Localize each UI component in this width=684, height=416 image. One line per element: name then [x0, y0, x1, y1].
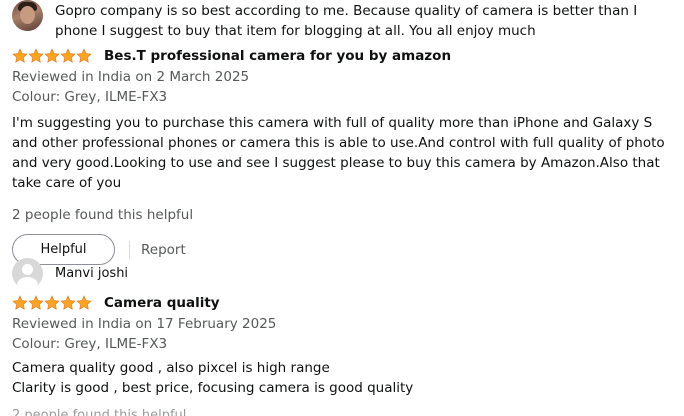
review-title-row: Camera quality — [12, 292, 678, 314]
helpful-count: 2 people found this helpful — [12, 207, 194, 223]
star-rating[interactable] — [12, 295, 92, 311]
star-icon — [12, 48, 28, 63]
review-card: Manvi joshi Camera quality Reviewed in I… — [12, 258, 678, 416]
reviewer-name[interactable]: Manvi joshi — [55, 258, 128, 289]
star-icon — [28, 295, 44, 310]
product-variant: Colour: Grey, ILME-FX3 — [12, 89, 168, 105]
profile-avatar[interactable] — [12, 0, 43, 31]
review-body-line: Camera quality good , also pixcel is hig… — [12, 360, 330, 376]
review-profile-row: Gopro company is so best according to me… — [12, 0, 678, 41]
review-body-line: Clarity is good , best price, focusing c… — [12, 380, 414, 396]
review-title-link[interactable]: Camera quality — [104, 293, 220, 313]
helpful-count: 2 people found this helpful — [12, 408, 187, 416]
star-rating[interactable] — [12, 48, 92, 64]
star-icon — [76, 295, 92, 310]
profile-avatar[interactable] — [12, 258, 43, 289]
report-link[interactable]: Report — [141, 242, 186, 258]
star-icon — [76, 48, 92, 63]
previous-review-text: Gopro company is so best according to me… — [55, 3, 638, 39]
review-card: Gopro company is so best according to me… — [12, 0, 678, 265]
review-profile-row: Manvi joshi — [12, 258, 678, 289]
star-icon — [44, 48, 60, 63]
action-divider — [129, 240, 130, 259]
star-icon — [44, 295, 60, 310]
review-body: I'm suggesting you to purchase this came… — [12, 115, 665, 191]
review-date: Reviewed in India on 17 February 2025 — [12, 316, 277, 332]
review-title-link[interactable]: Bes.T professional camera for you by ama… — [104, 46, 451, 66]
star-icon — [60, 295, 76, 310]
review-title-row: Bes.T professional camera for you by ama… — [12, 45, 678, 67]
star-icon — [28, 48, 44, 63]
star-icon — [60, 48, 76, 63]
review-date: Reviewed in India on 2 March 2025 — [12, 69, 250, 85]
star-icon — [12, 295, 28, 310]
product-variant: Colour: Grey, ILME-FX3 — [12, 336, 168, 352]
